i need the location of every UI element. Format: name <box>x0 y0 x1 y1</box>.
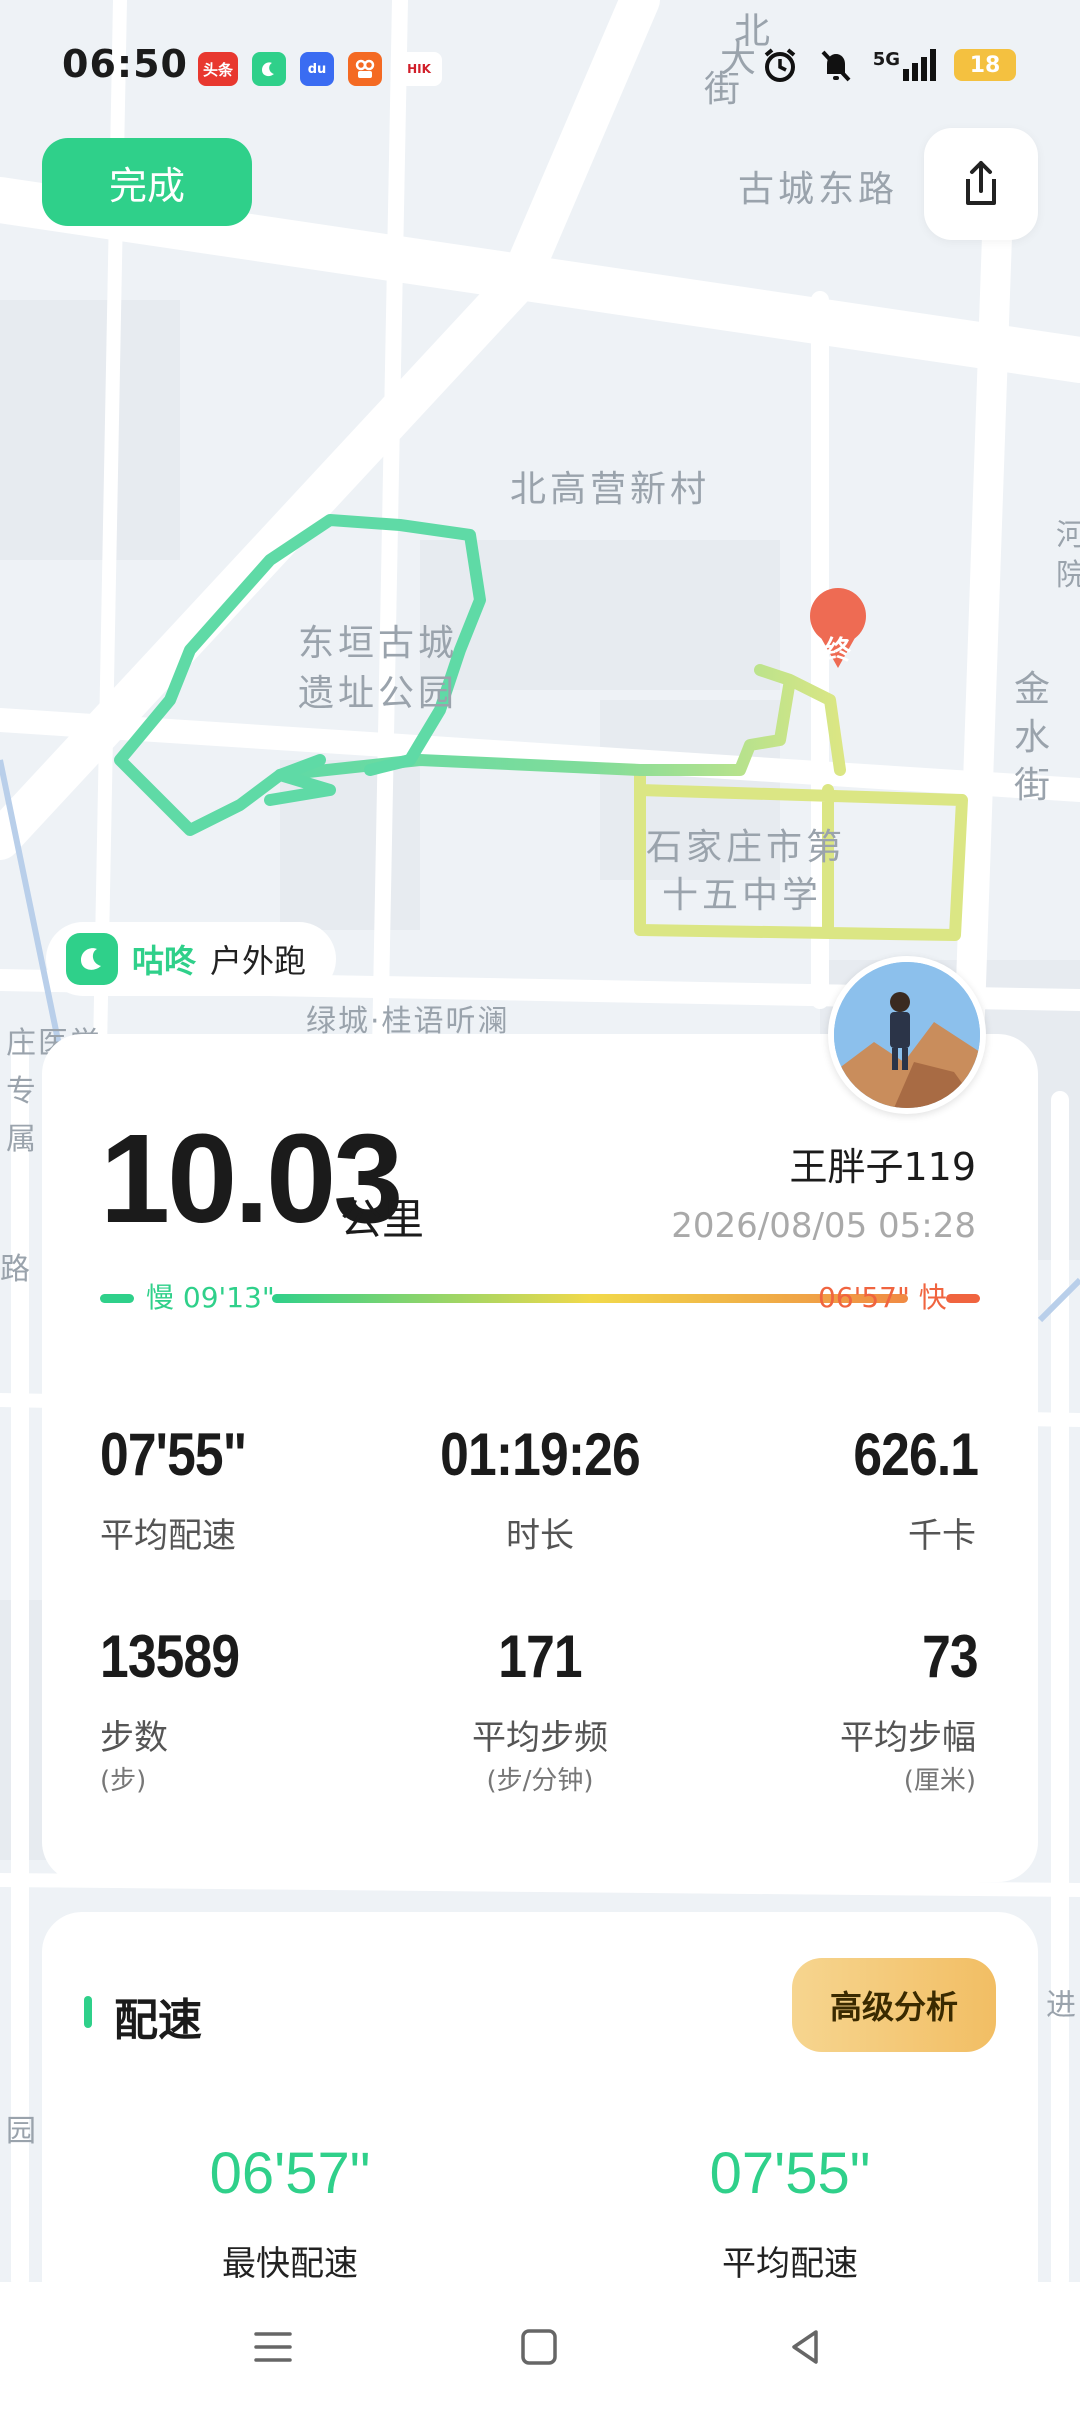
map-label-right-1: 河 <box>1056 518 1080 553</box>
hikvision-icon: HIK <box>396 52 442 86</box>
signal-icon: 5G <box>873 49 936 81</box>
map-label-left-edge: 园 <box>6 2114 38 2149</box>
stat-avg-pace-label: 平均配速 <box>100 1516 236 1556</box>
home-icon[interactable] <box>516 2324 562 2370</box>
map-label-street-char1: 金 <box>1014 669 1055 710</box>
stat-cadence-value: 171 <box>498 1623 582 1690</box>
stat-cadence-label: 平均步频 <box>472 1718 608 1758</box>
stat-steps-unit: (步) <box>100 1766 147 1796</box>
map-label-left-road: 路 <box>0 1252 32 1287</box>
fastest-pace-label: 最快配速 <box>222 2244 358 2284</box>
battery-indicator: 18 <box>954 49 1016 81</box>
done-button[interactable]: 完成 <box>42 138 252 226</box>
toutiao-icon: 头条 <box>198 52 238 86</box>
user-avatar[interactable] <box>828 956 986 1114</box>
map-label-park-line1: 东垣古城 <box>298 623 459 664</box>
map-label-road: 古城东路 <box>738 169 899 210</box>
activity-datetime: 2026/08/05 05:28 <box>671 1206 976 1246</box>
brand-pill: 咕咚 户外跑 <box>46 922 337 996</box>
stat-stride-label: 平均步幅 <box>840 1718 976 1758</box>
pace-section-title: 配速 <box>114 1995 202 2046</box>
activity-type: 户外跑 <box>210 942 307 980</box>
map-label-right-2: 院 <box>1056 558 1080 593</box>
status-time: 06:50 <box>62 42 188 86</box>
network-type: 5G <box>872 49 900 70</box>
stat-steps-value: 13589 <box>100 1623 240 1690</box>
map-label-park-line2: 遗址公园 <box>298 673 459 714</box>
stat-calories-value: 626.1 <box>853 1421 979 1488</box>
map-label-left-3: 属 <box>6 1122 38 1157</box>
stat-duration-value: 01:19:26 <box>440 1421 641 1488</box>
alarm-icon <box>764 48 795 82</box>
stat-stride-unit: (厘米) <box>903 1766 976 1796</box>
status-bar: 06:50 头条 du HIK 5G 18 <box>0 0 1080 140</box>
map-label-school-line1: 石家庄市第 <box>646 827 847 868</box>
stat-steps-label: 步数 <box>100 1718 168 1758</box>
brand-name: 咕咚 <box>132 942 197 980</box>
map-label-left-2: 专 <box>6 1074 38 1109</box>
gudong-app-icon <box>252 52 286 86</box>
stat-duration-label: 时长 <box>506 1516 574 1556</box>
share-icon <box>966 161 996 205</box>
section-accent-bar <box>84 1996 92 2028</box>
username: 王胖子119 <box>789 1145 976 1189</box>
map-label-street-char2: 水 <box>1014 717 1055 758</box>
share-button[interactable] <box>924 128 1038 240</box>
average-pace-value: 07'55" <box>709 2141 871 2206</box>
notification-app-icons: 头条 du HIK <box>198 52 442 86</box>
system-navigation-bar <box>0 2282 1080 2412</box>
status-right-icons: 5G 18 <box>761 46 1016 84</box>
map-label-street-char3: 街 <box>1014 765 1055 806</box>
kuaishou-icon <box>348 52 382 86</box>
back-icon[interactable] <box>782 2324 828 2370</box>
pace-fastest-label: 06'57" 快 <box>818 1281 947 1314</box>
stat-avg-pace-value: 07'55" <box>100 1421 247 1488</box>
map-label-school-line2: 十五中学 <box>662 875 823 916</box>
average-pace-label: 平均配速 <box>722 2244 858 2284</box>
mute-bell-icon <box>821 50 851 82</box>
baidu-icon: du <box>300 52 334 86</box>
end-marker-label: 终 <box>824 636 851 666</box>
stat-calories-label: 千卡 <box>908 1516 976 1556</box>
advanced-analysis-button[interactable]: 高级分析 <box>792 1958 996 2052</box>
pace-slowest-label: 慢 09'13" <box>146 1281 275 1314</box>
map-label-community: 北高营新村 <box>510 469 711 510</box>
menu-icon[interactable] <box>250 2324 296 2370</box>
fastest-pace-value: 06'57" <box>209 2141 371 2206</box>
map-label-right-edge: 进 <box>1046 1988 1078 2023</box>
stat-cadence-unit: (步/分钟) <box>486 1766 594 1796</box>
stat-stride-value: 73 <box>922 1623 979 1690</box>
distance-unit: 公里 <box>340 1195 425 1244</box>
gudong-logo-icon <box>66 933 118 985</box>
